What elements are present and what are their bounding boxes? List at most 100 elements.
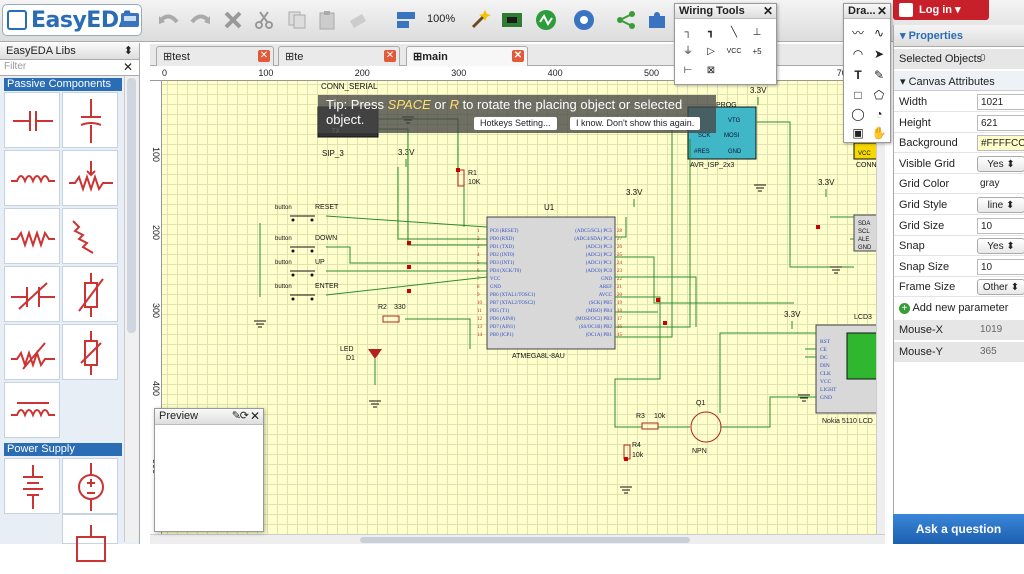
erase-icon[interactable] bbox=[344, 6, 372, 34]
schematic-label: 3.3V bbox=[750, 86, 767, 95]
clear-filter-icon[interactable]: ✕ bbox=[123, 60, 133, 74]
pin-label: (SS/OC1B) PB2 bbox=[579, 325, 612, 330]
pan-hand-icon[interactable]: ✋ bbox=[870, 124, 888, 142]
refresh-icon[interactable]: ⟳ bbox=[240, 409, 249, 422]
add-parameter-label: Add new parameter bbox=[912, 302, 1009, 314]
button-contact bbox=[291, 218, 295, 222]
simulation-icon[interactable] bbox=[532, 6, 560, 34]
property-value-field[interactable]: 1021 bbox=[977, 94, 1024, 110]
pin-label: 10 bbox=[477, 301, 483, 306]
transistor-q1 bbox=[690, 411, 722, 443]
close-icon[interactable]: ✕ bbox=[250, 409, 260, 423]
paste-icon[interactable] bbox=[313, 6, 341, 34]
polygon-icon[interactable]: ⬠ bbox=[870, 86, 888, 104]
dc-source-symbol-icon[interactable] bbox=[62, 458, 118, 514]
login-button[interactable]: Log in ▾ bbox=[893, 0, 989, 20]
potentiometer-symbol-icon[interactable] bbox=[62, 150, 118, 206]
ask-question-button[interactable]: Ask a question bbox=[893, 514, 1024, 544]
property-value-field[interactable]: 10 bbox=[977, 258, 1024, 275]
cut-icon[interactable] bbox=[250, 6, 278, 34]
property-value-field[interactable]: Yes ⬍ bbox=[977, 155, 1024, 172]
align-icon[interactable] bbox=[392, 6, 420, 34]
pin-icon[interactable]: ⊢ bbox=[679, 62, 697, 80]
tab-te[interactable]: ⊞te ✕ bbox=[278, 46, 400, 66]
redo-icon[interactable] bbox=[186, 6, 214, 34]
text-icon[interactable]: T bbox=[849, 66, 867, 84]
close-icon[interactable]: ✕ bbox=[763, 4, 773, 18]
canvas-vertical-scrollbar[interactable] bbox=[876, 81, 885, 534]
delete-icon[interactable] bbox=[219, 6, 247, 34]
library-filter-input[interactable]: Filter ✕ bbox=[0, 60, 139, 76]
canvas-horizontal-scrollbar[interactable] bbox=[150, 534, 885, 544]
library-selector[interactable]: EasyEDA Libs ⬍ bbox=[0, 43, 139, 60]
bus-entry-icon[interactable]: ╲ bbox=[725, 24, 743, 42]
property-value-field[interactable]: line ⬍ bbox=[977, 197, 1024, 213]
wire-tool-icon[interactable]: ┐ bbox=[679, 24, 697, 42]
resistor-alt-symbol-icon[interactable] bbox=[62, 208, 118, 264]
variable-resistor-symbol-icon[interactable] bbox=[4, 324, 60, 380]
add-parameter-button[interactable]: + Add new parameter bbox=[899, 302, 1008, 314]
ruler-tick-label: 300 bbox=[151, 303, 161, 319]
open-document-icon[interactable] bbox=[116, 6, 144, 34]
close-tab-icon[interactable]: ✕ bbox=[512, 50, 524, 62]
diode-block-symbol-icon[interactable] bbox=[62, 514, 118, 562]
bezier-icon[interactable]: ∿ bbox=[870, 24, 888, 42]
plus5-icon[interactable]: +5 bbox=[748, 43, 766, 61]
tab-test[interactable]: ⊞test ✕ bbox=[156, 46, 274, 66]
property-value-field[interactable]: 10 bbox=[977, 217, 1024, 234]
net-flag-icon[interactable]: ⏚ bbox=[679, 43, 697, 61]
image-icon[interactable]: ▣ bbox=[849, 124, 867, 142]
canvas-section-collapse-icon[interactable]: ▾ bbox=[900, 76, 909, 88]
resistor-symbol-icon[interactable] bbox=[4, 208, 60, 264]
arc-icon[interactable]: ◠ bbox=[849, 45, 867, 63]
pin-label: PD2 (INT0) bbox=[490, 253, 515, 258]
freehand-icon[interactable]: ✎ bbox=[870, 66, 888, 84]
property-value-field[interactable]: Other ⬍ bbox=[977, 279, 1024, 296]
variable-capacitor-symbol-icon[interactable] bbox=[4, 266, 60, 322]
extensions-puzzle-icon[interactable] bbox=[643, 6, 671, 34]
arrow-icon[interactable]: ➤ bbox=[870, 45, 888, 63]
property-value-field[interactable]: 621 bbox=[977, 114, 1024, 131]
magic-wand-icon[interactable] bbox=[466, 6, 494, 34]
bus-tool-icon[interactable]: ┓ bbox=[702, 24, 720, 42]
capacitor-polar-symbol-icon[interactable] bbox=[62, 92, 118, 148]
share-icon[interactable] bbox=[612, 6, 640, 34]
close-tab-icon[interactable]: ✕ bbox=[384, 50, 396, 62]
vcc-icon[interactable]: VCC bbox=[725, 43, 743, 61]
close-tab-icon[interactable]: ✕ bbox=[258, 50, 270, 62]
close-icon[interactable]: ✕ bbox=[877, 4, 887, 18]
pcb-icon[interactable] bbox=[498, 6, 526, 34]
settings-gear-icon[interactable] bbox=[570, 6, 598, 34]
undo-icon[interactable] bbox=[155, 6, 183, 34]
battery-symbol-icon[interactable] bbox=[4, 458, 60, 514]
inductor-core-symbol-icon[interactable] bbox=[4, 382, 60, 438]
section-power-supply[interactable]: Power Supply bbox=[4, 443, 122, 456]
tip-key-r: R bbox=[449, 97, 459, 112]
zoom-level[interactable]: 100% bbox=[427, 13, 455, 25]
schematic-label: 10k bbox=[632, 452, 644, 459]
voltage-probe-icon[interactable]: ▷ bbox=[702, 43, 720, 61]
property-value-field[interactable]: #FFFFCC bbox=[977, 135, 1024, 152]
dismiss-tip-button[interactable]: I know. Don't show this again. bbox=[570, 117, 701, 130]
net-label-icon[interactable]: ⊥ bbox=[748, 24, 766, 42]
no-connect-icon[interactable]: ⊠ bbox=[702, 62, 720, 80]
properties-collapse-icon[interactable]: ▾ bbox=[900, 30, 909, 42]
ellipse-icon[interactable]: ◯ bbox=[849, 105, 867, 123]
hotkeys-setting-button[interactable]: Hotkeys Setting... bbox=[474, 117, 557, 130]
property-value-field[interactable]: Yes ⬍ bbox=[977, 238, 1024, 255]
section-passive-components[interactable]: Passive Components bbox=[4, 78, 122, 91]
capacitor-symbol-icon[interactable] bbox=[4, 92, 60, 148]
copy-icon[interactable] bbox=[283, 6, 311, 34]
pie-icon[interactable]: ◔ bbox=[870, 105, 888, 123]
property-row: Visible Grid Yes ⬍ bbox=[894, 154, 1024, 174]
rectangle-icon[interactable]: □ bbox=[849, 86, 867, 104]
tab-main[interactable]: ⊞main ✕ bbox=[406, 46, 528, 66]
property-value-field[interactable]: gray bbox=[977, 176, 1024, 192]
inductor-symbol-icon[interactable] bbox=[4, 150, 60, 206]
ruler-tick-label: 100 bbox=[151, 147, 161, 163]
tab-label: main bbox=[422, 51, 448, 63]
varistor-symbol-icon[interactable] bbox=[62, 324, 118, 380]
thermistor-symbol-icon[interactable] bbox=[62, 266, 118, 322]
polyline-icon[interactable]: 〰 bbox=[849, 24, 867, 42]
library-scrollbar[interactable] bbox=[124, 76, 138, 542]
